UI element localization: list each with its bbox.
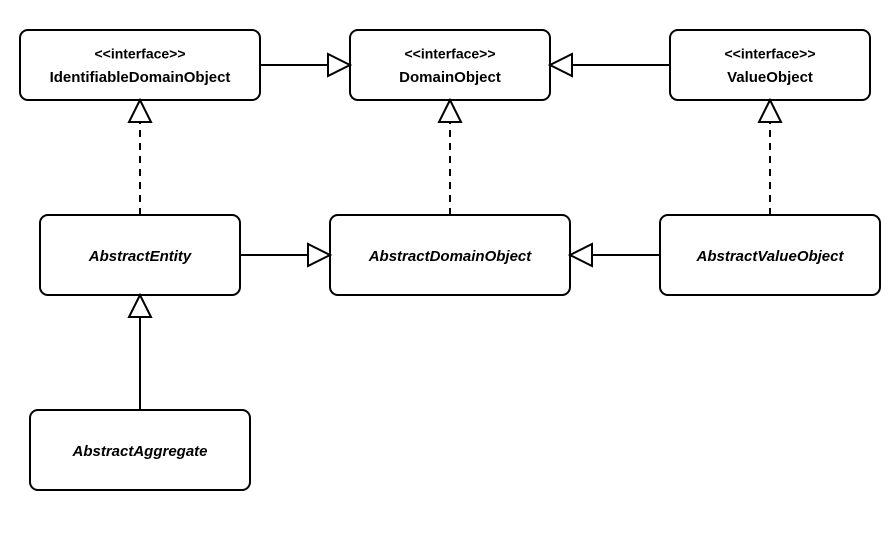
edge-abstract-value-to-abstract-domain xyxy=(570,244,660,266)
edge-identifiable-to-domain xyxy=(260,54,350,76)
edge-abstract-value-realizes-value xyxy=(759,100,781,215)
stereotype: <<interface>> xyxy=(724,46,815,62)
node-value-object: <<interface>> ValueObject xyxy=(670,30,870,100)
class-name: IdentifiableDomainObject xyxy=(50,69,231,86)
class-name: ValueObject xyxy=(727,69,813,86)
node-abstract-domain-object: AbstractDomainObject xyxy=(330,215,570,295)
node-abstract-entity: AbstractEntity xyxy=(40,215,240,295)
class-name: AbstractEntity xyxy=(88,248,192,265)
edge-abstract-domain-realizes-domain xyxy=(439,100,461,215)
class-name: AbstractValueObject xyxy=(696,248,845,265)
edge-value-to-domain xyxy=(550,54,670,76)
class-name: AbstractDomainObject xyxy=(368,248,533,265)
node-abstract-value-object: AbstractValueObject xyxy=(660,215,880,295)
class-name: AbstractAggregate xyxy=(71,443,207,460)
node-abstract-aggregate: AbstractAggregate xyxy=(30,410,250,490)
node-identifiable-domain-object: <<interface>> IdentifiableDomainObject xyxy=(20,30,260,100)
edge-abstract-entity-realizes-identifiable xyxy=(129,100,151,215)
class-name: DomainObject xyxy=(399,69,501,86)
edge-abstract-entity-to-abstract-domain xyxy=(240,244,330,266)
uml-diagram: <<interface>> IdentifiableDomainObject <… xyxy=(0,0,894,533)
stereotype: <<interface>> xyxy=(404,46,495,62)
stereotype: <<interface>> xyxy=(94,46,185,62)
edge-abstract-aggregate-to-abstract-entity xyxy=(129,295,151,410)
node-domain-object: <<interface>> DomainObject xyxy=(350,30,550,100)
